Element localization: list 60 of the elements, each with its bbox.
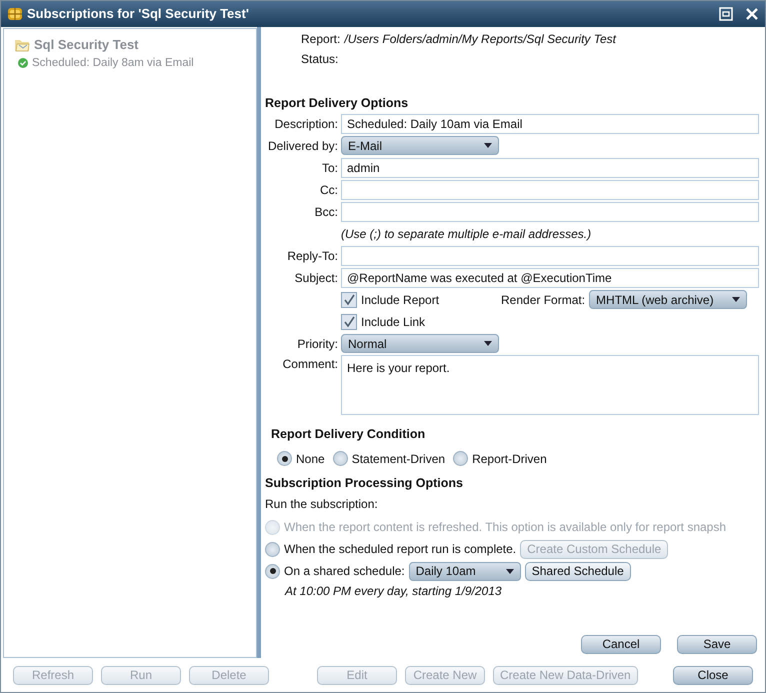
dropdown[interactable]: Daily 10am: [408, 562, 521, 581]
radio-label: On a shared schedule:: [284, 563, 405, 580]
restore-icon[interactable]: [719, 7, 733, 21]
field-label: Cc:: [319, 182, 339, 199]
field-label: Bcc:: [314, 204, 339, 221]
report-path: /Users Folders/admin/My Reports/Sql Security Test: [344, 31, 616, 48]
section-heading: Report Delivery Options: [265, 95, 410, 112]
checkbox[interactable]: [341, 314, 357, 330]
schedule-description: At 10:00 PM every day, starting 1/9/2013: [284, 583, 503, 600]
field-label: Subject:: [294, 270, 339, 287]
caret-icon: [506, 568, 514, 574]
button[interactable]: Save: [677, 635, 757, 654]
app-icon: [7, 6, 23, 22]
button[interactable]: Close: [673, 666, 753, 684]
text-field[interactable]: Scheduled: Daily 10am via Email: [341, 114, 759, 134]
close-icon[interactable]: [745, 7, 759, 21]
text-field[interactable]: @ReportName was executed at @ExecutionTime: [341, 268, 759, 288]
radio-button[interactable]: [453, 451, 468, 466]
field-label: Description:: [274, 116, 339, 133]
radio-label: None: [296, 450, 325, 468]
radio-label: When the scheduled report run is complete.: [284, 541, 516, 558]
field-label: Comment:: [282, 356, 339, 373]
checkmark-icon: [343, 294, 355, 306]
field-label: Status:: [301, 51, 338, 68]
field-label: Report:: [301, 31, 340, 48]
text-field[interactable]: [341, 180, 759, 200]
radio-button[interactable]: [265, 542, 280, 557]
text-field[interactable]: admin: [341, 158, 759, 178]
dropdown[interactable]: MHTML (web archive): [589, 290, 748, 310]
radio-label: When the report content is refreshed. This option is available only for report snapsh: [284, 519, 726, 536]
field-label: To:: [320, 160, 339, 177]
field-label: Delivered by:: [266, 138, 339, 155]
folder-icon: [14, 38, 30, 52]
radio-button[interactable]: [277, 451, 292, 466]
checkbox-label: Include Report: [361, 292, 440, 309]
button[interactable]: Cancel: [581, 635, 661, 654]
caret-icon: [484, 341, 492, 346]
radio-label: Statement-Driven: [352, 450, 446, 468]
instruction-text: Run the subscription:: [265, 496, 379, 514]
checkbox[interactable]: [341, 292, 357, 308]
text-field[interactable]: [341, 202, 759, 222]
field-label: Render Format:: [501, 292, 586, 309]
hint-text: (Use (;) to separate multiple e-mail addresses.): [341, 226, 592, 243]
dropdown[interactable]: E-Mail: [341, 136, 499, 156]
field-label: Priority:: [296, 336, 339, 353]
caret-icon: [484, 143, 492, 148]
window-title: Subscriptions for 'Sql Security Test': [27, 5, 250, 24]
radio-button[interactable]: [332, 451, 348, 466]
dropdown[interactable]: Normal: [341, 334, 499, 354]
button[interactable]: Shared Schedule: [524, 562, 631, 581]
checkmark-icon: [343, 316, 355, 328]
caret-icon: [732, 297, 740, 302]
section-heading: Report Delivery Condition: [270, 426, 426, 443]
radio-button[interactable]: [265, 564, 280, 579]
radio-label: Report-Driven: [472, 450, 547, 468]
checkbox-label: Include Link: [361, 314, 426, 331]
comment-field[interactable]: Here is your report.: [341, 354, 759, 415]
section-heading: Subscription Processing Options: [265, 474, 464, 492]
text-field[interactable]: [341, 246, 759, 266]
field-label: Reply-To:: [286, 248, 339, 265]
